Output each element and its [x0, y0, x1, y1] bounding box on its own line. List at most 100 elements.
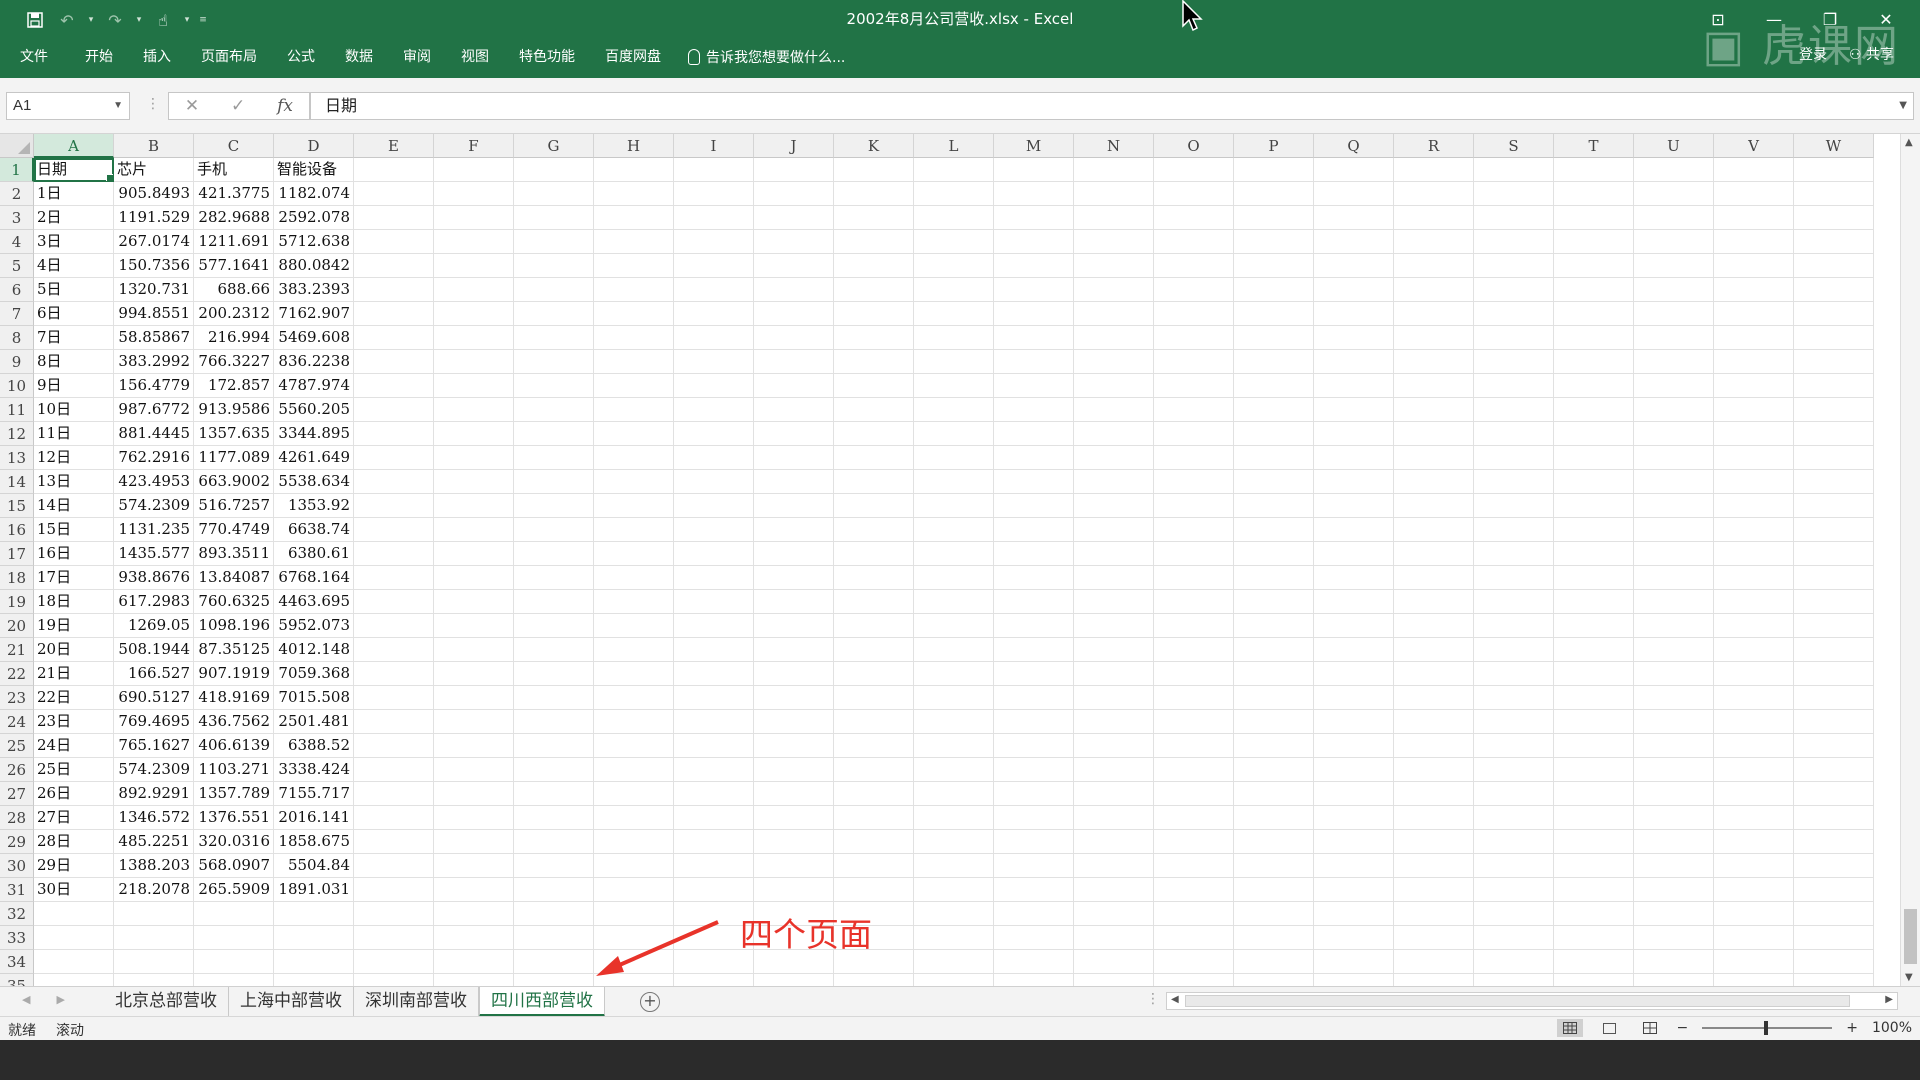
cell-w34[interactable]	[1794, 950, 1874, 974]
vertical-scrollbar[interactable]: ▲ ▼	[1900, 134, 1920, 986]
cell-s26[interactable]	[1474, 758, 1554, 782]
cell-r13[interactable]	[1394, 446, 1474, 470]
cell-h31[interactable]	[594, 878, 674, 902]
cell-s2[interactable]	[1474, 182, 1554, 206]
cell-v20[interactable]	[1714, 614, 1794, 638]
cell-u21[interactable]	[1634, 638, 1714, 662]
cell-b13[interactable]: 762.2916	[114, 446, 194, 470]
cell-u29[interactable]	[1634, 830, 1714, 854]
cell-k19[interactable]	[834, 590, 914, 614]
tab-split-handle[interactable]: ⋮	[1146, 991, 1160, 1007]
cell-p31[interactable]	[1234, 878, 1314, 902]
cell-d25[interactable]: 6388.52	[274, 734, 354, 758]
cell-q12[interactable]	[1314, 422, 1394, 446]
column-header-o[interactable]: O	[1154, 134, 1234, 158]
cell-j14[interactable]	[754, 470, 834, 494]
cell-i11[interactable]	[674, 398, 754, 422]
cell-e21[interactable]	[354, 638, 434, 662]
cell-j1[interactable]	[754, 158, 834, 182]
column-header-n[interactable]: N	[1074, 134, 1154, 158]
cell-l34[interactable]	[914, 950, 994, 974]
cell-u31[interactable]	[1634, 878, 1714, 902]
cell-k10[interactable]	[834, 374, 914, 398]
cell-p29[interactable]	[1234, 830, 1314, 854]
cell-w14[interactable]	[1794, 470, 1874, 494]
cell-r32[interactable]	[1394, 902, 1474, 926]
cell-p35[interactable]	[1234, 974, 1314, 986]
cell-e14[interactable]	[354, 470, 434, 494]
cell-a15[interactable]: 14日	[34, 494, 114, 518]
cell-w22[interactable]	[1794, 662, 1874, 686]
cell-v19[interactable]	[1714, 590, 1794, 614]
cell-c23[interactable]: 418.9169	[194, 686, 274, 710]
cell-r11[interactable]	[1394, 398, 1474, 422]
cell-s11[interactable]	[1474, 398, 1554, 422]
cell-m16[interactable]	[994, 518, 1074, 542]
cell-w11[interactable]	[1794, 398, 1874, 422]
cell-s25[interactable]	[1474, 734, 1554, 758]
cell-w18[interactable]	[1794, 566, 1874, 590]
cell-g19[interactable]	[514, 590, 594, 614]
cell-s1[interactable]	[1474, 158, 1554, 182]
cell-b35[interactable]	[114, 974, 194, 986]
cell-t6[interactable]	[1554, 278, 1634, 302]
cell-n18[interactable]	[1074, 566, 1154, 590]
cell-f28[interactable]	[434, 806, 514, 830]
cell-b11[interactable]: 987.6772	[114, 398, 194, 422]
cell-s17[interactable]	[1474, 542, 1554, 566]
cell-i14[interactable]	[674, 470, 754, 494]
cell-w31[interactable]	[1794, 878, 1874, 902]
cell-t30[interactable]	[1554, 854, 1634, 878]
cell-s19[interactable]	[1474, 590, 1554, 614]
row-header-32[interactable]: 32	[0, 902, 34, 926]
cell-w25[interactable]	[1794, 734, 1874, 758]
cell-k23[interactable]	[834, 686, 914, 710]
cell-n12[interactable]	[1074, 422, 1154, 446]
minimize-icon[interactable]: —	[1752, 4, 1796, 34]
cell-m2[interactable]	[994, 182, 1074, 206]
cell-m9[interactable]	[994, 350, 1074, 374]
cell-g12[interactable]	[514, 422, 594, 446]
row-header-28[interactable]: 28	[0, 806, 34, 830]
cell-f10[interactable]	[434, 374, 514, 398]
cell-w2[interactable]	[1794, 182, 1874, 206]
cell-v29[interactable]	[1714, 830, 1794, 854]
next-sheet-icon[interactable]: ▶	[56, 993, 64, 1006]
column-header-c[interactable]: C	[194, 134, 274, 158]
cell-h4[interactable]	[594, 230, 674, 254]
cell-m27[interactable]	[994, 782, 1074, 806]
cell-n11[interactable]	[1074, 398, 1154, 422]
cell-o25[interactable]	[1154, 734, 1234, 758]
cell-g14[interactable]	[514, 470, 594, 494]
cell-r33[interactable]	[1394, 926, 1474, 950]
cell-m12[interactable]	[994, 422, 1074, 446]
cell-k5[interactable]	[834, 254, 914, 278]
cell-m7[interactable]	[994, 302, 1074, 326]
cell-c4[interactable]: 1211.691	[194, 230, 274, 254]
cell-f33[interactable]	[434, 926, 514, 950]
cell-o24[interactable]	[1154, 710, 1234, 734]
row-header-4[interactable]: 4	[0, 230, 34, 254]
cell-c29[interactable]: 320.0316	[194, 830, 274, 854]
cell-e5[interactable]	[354, 254, 434, 278]
cell-v28[interactable]	[1714, 806, 1794, 830]
cell-v25[interactable]	[1714, 734, 1794, 758]
cell-p22[interactable]	[1234, 662, 1314, 686]
cell-d12[interactable]: 3344.895	[274, 422, 354, 446]
cell-p20[interactable]	[1234, 614, 1314, 638]
cell-n2[interactable]	[1074, 182, 1154, 206]
cell-c12[interactable]: 1357.635	[194, 422, 274, 446]
cell-v9[interactable]	[1714, 350, 1794, 374]
cell-d34[interactable]	[274, 950, 354, 974]
cell-v6[interactable]	[1714, 278, 1794, 302]
cell-c34[interactable]	[194, 950, 274, 974]
cell-u14[interactable]	[1634, 470, 1714, 494]
cell-b16[interactable]: 1131.235	[114, 518, 194, 542]
cell-c32[interactable]	[194, 902, 274, 926]
cell-q30[interactable]	[1314, 854, 1394, 878]
cell-e1[interactable]	[354, 158, 434, 182]
formula-input[interactable]: 日期 ▼	[310, 92, 1914, 120]
cell-b21[interactable]: 508.1944	[114, 638, 194, 662]
cell-q13[interactable]	[1314, 446, 1394, 470]
cell-a26[interactable]: 25日	[34, 758, 114, 782]
